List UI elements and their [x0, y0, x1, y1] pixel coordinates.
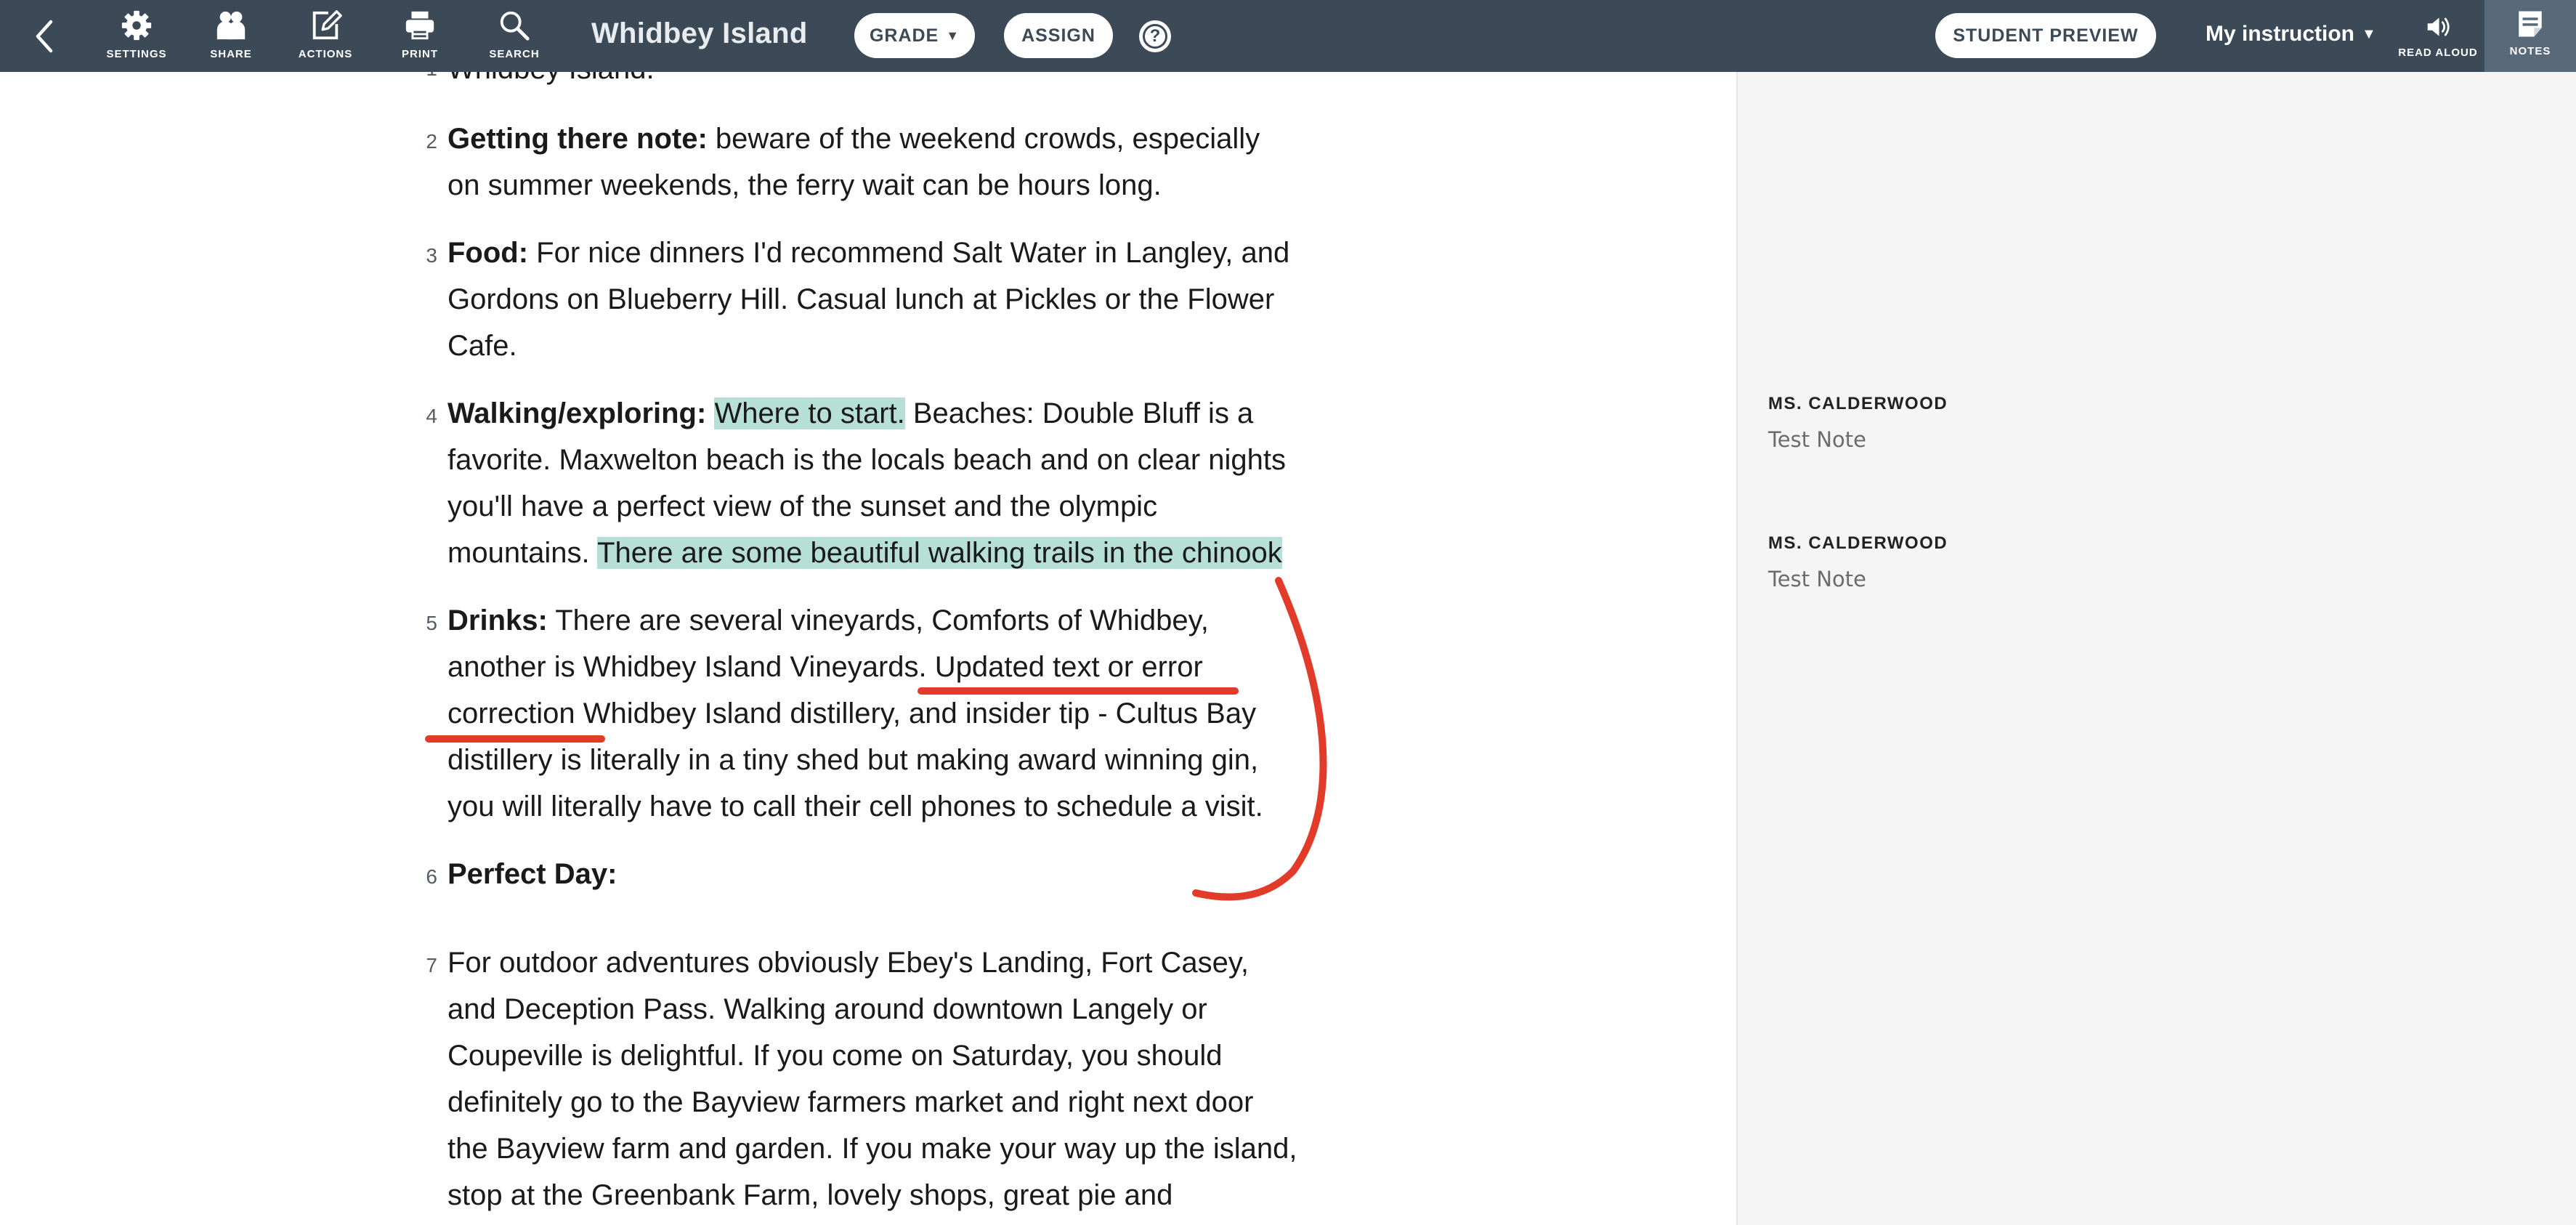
notes-sidebar: MS. CALDERWOOD Test Note MS. CALDERWOOD … [1736, 72, 2576, 1225]
note-card[interactable]: MS. CALDERWOOD Test Note [1768, 394, 2422, 452]
paragraph-heading: Drinks: [447, 605, 548, 636]
share-button[interactable]: SHARE [191, 7, 271, 65]
instruction-label: My instruction [2206, 22, 2355, 46]
settings-label: SETTINGS [106, 48, 167, 60]
line-number: 5 [426, 612, 437, 634]
paragraph-heading: Food: [447, 237, 529, 269]
assign-button[interactable]: ASSIGN [1004, 13, 1113, 58]
print-label: PRINT [402, 48, 438, 60]
paragraph-text[interactable]: Drinks: There are several vineyards, Com… [447, 597, 1297, 830]
paragraph-heading: Walking/exploring: [447, 397, 707, 429]
note-body: Test Note [1768, 427, 1866, 452]
highlighted-text[interactable]: Where to start. [714, 397, 905, 429]
paragraph-body: For nice dinners I'd recommend Salt Wate… [447, 237, 1290, 362]
notes-label: NOTES [2509, 45, 2551, 57]
share-label: SHARE [210, 48, 252, 60]
paragraph-heading: Perfect Day: [447, 858, 617, 890]
search-button[interactable]: SEARCH [474, 7, 554, 65]
help-button[interactable]: ? [1139, 20, 1171, 52]
paragraph-body: Whidbey Island. [447, 72, 655, 85]
edit-icon [312, 10, 342, 40]
note-body: Test Note [1768, 567, 1866, 591]
read-aloud-label: READ ALOUD [2398, 47, 2478, 59]
printer-icon [405, 11, 434, 40]
line-number: 2 [426, 130, 437, 153]
note-author: MS. CALDERWOOD [1768, 394, 1948, 413]
assign-label: ASSIGN [1021, 25, 1095, 46]
paragraph-heading: Getting there note: [447, 123, 708, 155]
paragraph-text[interactable]: For outdoor adventures obviously Ebey's … [447, 939, 1297, 1218]
notes-button[interactable]: NOTES [2490, 7, 2570, 65]
chevron-left-icon [36, 20, 53, 53]
student-preview-button[interactable]: STUDENT PREVIEW [1935, 13, 2156, 58]
notes-icon [2519, 11, 2542, 37]
question-icon: ? [1143, 24, 1167, 49]
paragraph-text[interactable]: Whidbey Island. [447, 72, 1297, 92]
line-number: 3 [426, 244, 437, 267]
search-icon [500, 11, 530, 41]
line-number: 6 [426, 865, 437, 888]
note-author: MS. CALDERWOOD [1768, 533, 1948, 553]
document-area[interactable]: 1 Whidbey Island. 2 Getting there note: … [0, 72, 1736, 1225]
speaker-icon [2427, 17, 2450, 36]
line-number: 1 [423, 72, 437, 81]
paragraph-text[interactable]: Perfect Day: [447, 851, 1297, 897]
people-icon [216, 11, 246, 40]
search-label: SEARCH [489, 48, 540, 60]
read-aloud-button[interactable]: READ ALOUD [2397, 7, 2479, 65]
caret-down-icon: ▼ [946, 28, 960, 43]
actions-button[interactable]: ACTIONS [285, 7, 365, 65]
paragraph-text[interactable]: Food: For nice dinners I'd recommend Sal… [447, 230, 1297, 369]
line-number: 7 [426, 954, 437, 977]
caret-down-icon: ▼ [2362, 25, 2376, 42]
highlighted-text[interactable]: There are some beautiful walking trails … [597, 537, 1282, 569]
paragraph-text[interactable]: Getting there note: beware of the weeken… [447, 116, 1297, 209]
actions-label: ACTIONS [298, 48, 353, 60]
paragraph-body: For outdoor adventures obviously Ebey's … [447, 947, 1297, 1211]
top-toolbar: SETTINGS SHARE ACTIONS PRINT SEARCH Whid… [0, 0, 2576, 72]
paragraph-text[interactable]: Walking/exploring: Where to start. Beach… [447, 390, 1297, 576]
print-button[interactable]: PRINT [380, 7, 460, 65]
settings-button[interactable]: SETTINGS [97, 7, 177, 65]
paragraph-body: There are several vineyards, Comforts of… [447, 605, 1263, 822]
line-number: 4 [426, 405, 437, 427]
grade-label: GRADE [869, 25, 939, 46]
note-card[interactable]: MS. CALDERWOOD Test Note [1768, 533, 2422, 591]
instruction-dropdown[interactable]: My instruction ▼ [2206, 22, 2376, 47]
page-title: Whidbey Island [591, 17, 808, 49]
gear-icon [121, 10, 152, 41]
grade-dropdown[interactable]: GRADE ▼ [854, 13, 975, 58]
back-button[interactable] [26, 16, 62, 57]
student-preview-label: STUDENT PREVIEW [1953, 25, 2139, 46]
